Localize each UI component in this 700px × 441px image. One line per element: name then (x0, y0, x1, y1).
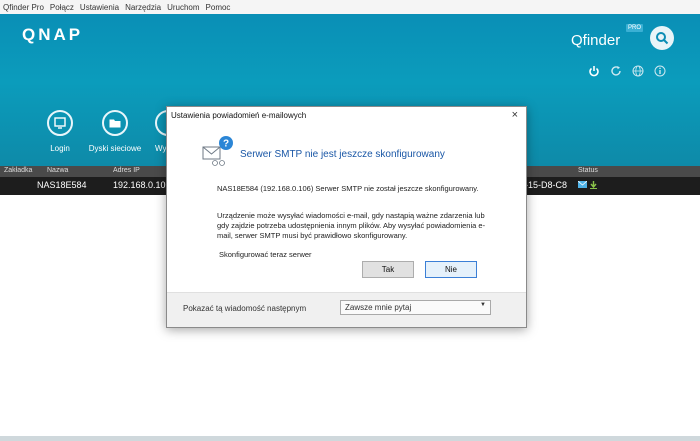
email-notification-dialog: Ustawienia powiadomień e-mailowych × ? S… (166, 106, 527, 328)
row-status (578, 181, 597, 189)
tool-network-drives-label: Dyski sieciowe (88, 144, 142, 153)
info-button[interactable] (653, 64, 667, 78)
menu-tools[interactable]: Narzędzia (125, 3, 161, 12)
show-next-time-select[interactable]: Zawsze mnie pytaj ▼ (340, 300, 491, 315)
chevron-down-icon: ▼ (480, 302, 486, 308)
row-ip: 192.168.0.10 (113, 180, 166, 190)
search-button[interactable] (650, 26, 674, 50)
menu-bar: Qfinder Pro Połącz Ustawienia Narzędzia … (0, 0, 700, 14)
globe-button[interactable] (631, 64, 645, 78)
yes-button[interactable]: Tak (362, 261, 414, 278)
power-button[interactable] (587, 64, 601, 78)
tool-login-label: Login (50, 144, 70, 153)
tool-login[interactable]: Login (30, 110, 90, 153)
col-ip[interactable]: Adres IP (113, 167, 140, 174)
row-mac: -15-D8-C8 (525, 180, 568, 190)
globe-icon (632, 65, 644, 77)
row-name: NAS18E584 (37, 180, 87, 190)
menu-connect[interactable]: Połącz (50, 3, 74, 12)
close-button[interactable]: × (512, 109, 518, 121)
no-button[interactable]: Nie (425, 261, 477, 278)
dialog-message-1: NAS18E584 (192.168.0.106) Serwer SMTP ni… (217, 184, 479, 193)
menu-launch[interactable]: Uruchom (167, 3, 199, 12)
search-icon (656, 32, 669, 45)
download-status-icon (590, 181, 597, 189)
show-next-time-label: Pokazać tą wiadomość następnym (183, 304, 307, 313)
dialog-message-2: Urządzenie może wysyłać wiadomości e-mai… (217, 211, 486, 240)
smtp-warning-icon: ? (202, 134, 238, 170)
power-icon (589, 66, 599, 77)
menu-settings[interactable]: Ustawienia (80, 3, 119, 12)
col-status[interactable]: Status (578, 167, 598, 174)
col-name[interactable]: Nazwa (47, 167, 68, 174)
menu-help[interactable]: Pomoc (206, 3, 231, 12)
info-icon (654, 65, 666, 77)
refresh-icon (611, 66, 621, 76)
pro-badge: PRO (626, 24, 644, 32)
folder-icon (102, 110, 128, 136)
refresh-button[interactable] (609, 64, 623, 78)
configure-now-text: Skonfigurować teraz serwer (219, 250, 312, 259)
dialog-heading: Serwer SMTP nie jest jeszcze skonfigurow… (240, 149, 445, 160)
qnap-logo: QNAP (22, 25, 84, 44)
tool-network-drives[interactable]: Dyski sieciowe (85, 110, 145, 153)
app-name: Qfinder (571, 32, 621, 49)
menu-qfinder[interactable]: Qfinder Pro (3, 3, 44, 12)
login-icon (47, 110, 73, 136)
bottom-bar (0, 436, 700, 441)
mail-status-icon (578, 181, 587, 188)
select-value: Zawsze mnie pytaj (345, 303, 412, 312)
dialog-title: Ustawienia powiadomień e-mailowych (171, 111, 307, 120)
svg-text:?: ? (223, 139, 229, 150)
dialog-footer: Pokazać tą wiadomość następnym Zawsze mn… (167, 292, 526, 327)
header-actions (587, 64, 667, 78)
col-tab[interactable]: Zakładka (4, 167, 32, 174)
